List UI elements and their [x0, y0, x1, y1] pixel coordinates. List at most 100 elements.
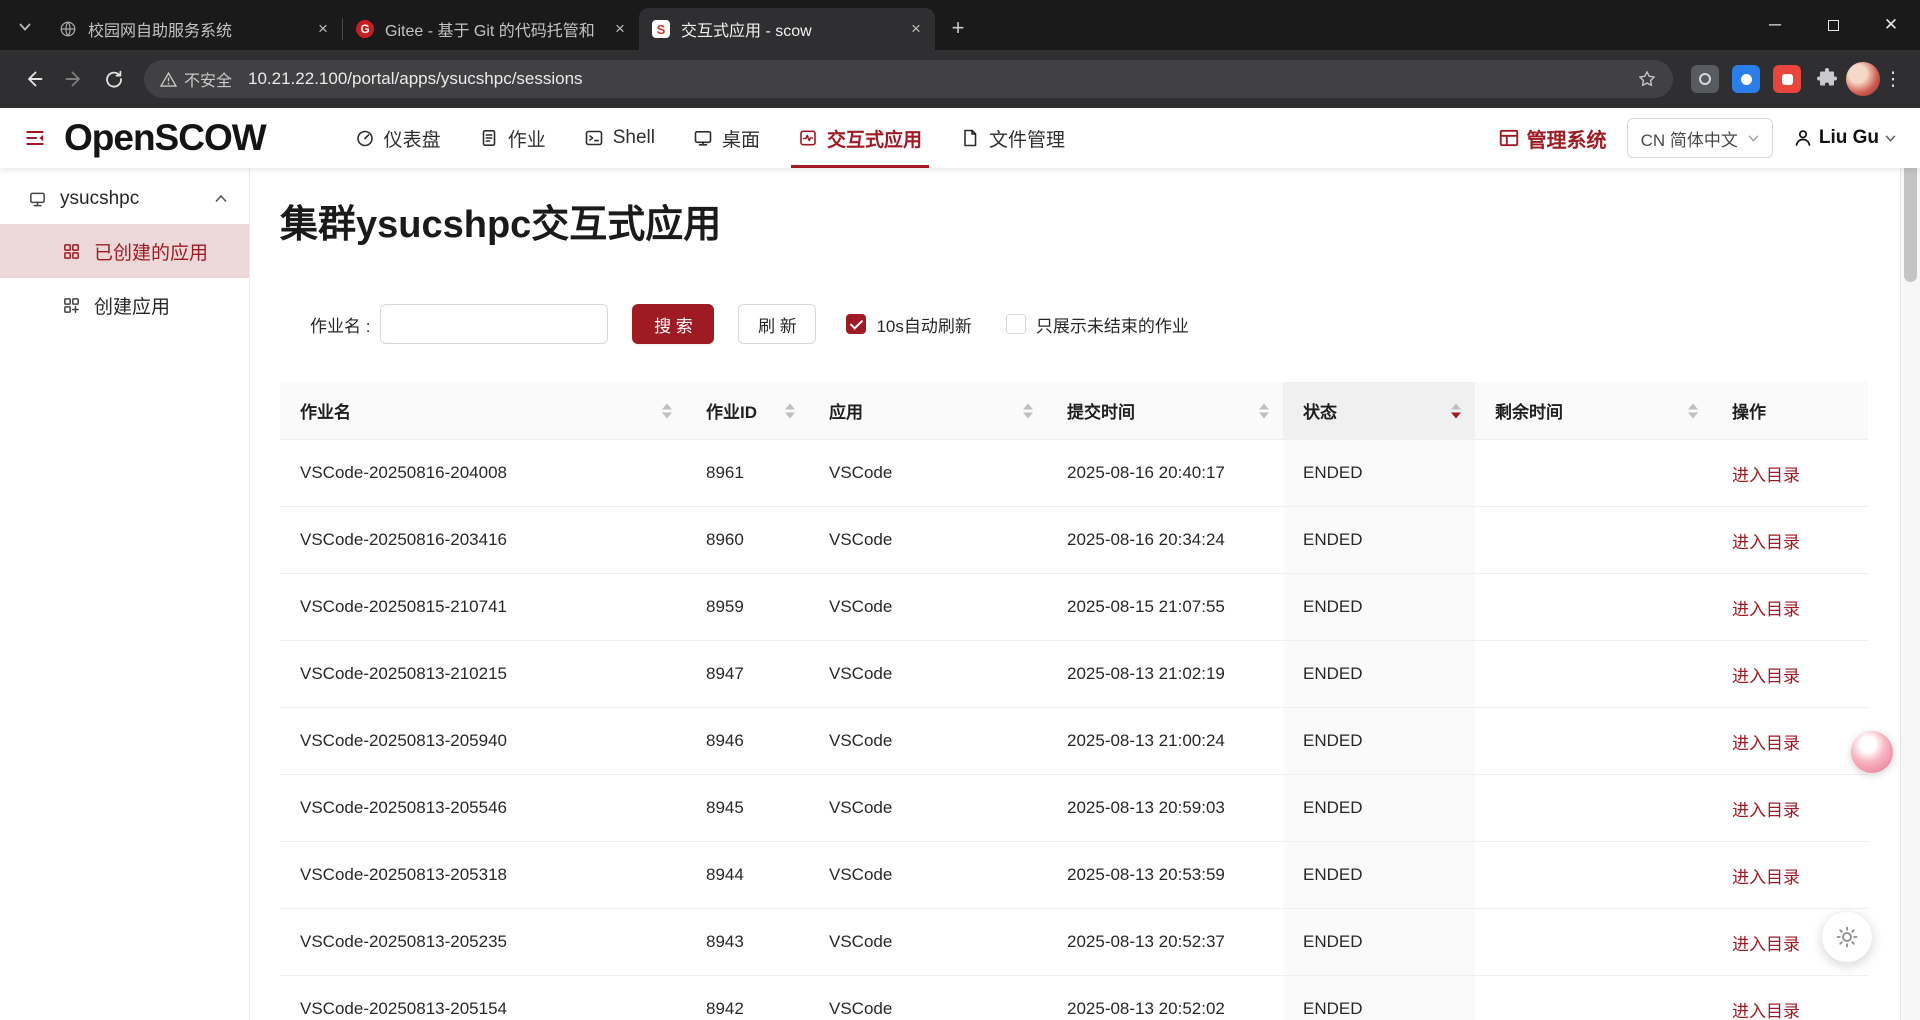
submit-time-cell: 2025-08-16 20:34:24: [1047, 507, 1283, 574]
sort-icons: [662, 403, 672, 418]
site-security-chip[interactable]: 不安全: [160, 67, 232, 91]
remaining-time-cell: [1475, 775, 1712, 842]
theme-toggle-button[interactable]: [1822, 912, 1872, 962]
header-right: 管理系统 CN 简体中文 Liu Gu: [1498, 118, 1896, 158]
only-unfinished-checkbox-group[interactable]: 只展示未结束的作业: [1006, 312, 1189, 337]
bookmark-button[interactable]: [1637, 69, 1657, 89]
actions-cell: 进入目录: [1712, 440, 1868, 507]
chevron-up-icon: [215, 195, 227, 203]
browser-tab-gitee[interactable]: G Gitee - 基于 Git 的代码托管和 ×: [343, 8, 639, 50]
minimize-button[interactable]: ─: [1746, 0, 1804, 50]
globe-icon: [58, 19, 78, 39]
main-content: 集群ysucshpc交互式应用 作业名 : 搜 索 刷 新 10s自动刷新 只展…: [250, 168, 1920, 1020]
tab-close-icon[interactable]: ×: [312, 18, 334, 40]
browser-tab-scow-active[interactable]: S 交互式应用 - scow ×: [639, 8, 935, 50]
enter-directory-link[interactable]: 进入目录: [1732, 600, 1800, 619]
tab-close-icon[interactable]: ×: [609, 18, 631, 40]
shell-icon: [584, 128, 604, 148]
remaining-time-cell: [1475, 507, 1712, 574]
nav-item-shell[interactable]: Shell: [565, 108, 674, 168]
refresh-button[interactable]: 刷 新: [738, 304, 816, 344]
job-name-cell: VSCode-20250813-205235: [280, 909, 686, 976]
job-id-cell: 8960: [686, 507, 809, 574]
job-name-input[interactable]: [380, 304, 608, 344]
status-cell: ENDED: [1283, 842, 1475, 909]
user-menu[interactable]: Liu Gu: [1793, 127, 1896, 149]
enter-directory-link[interactable]: 进入目录: [1732, 533, 1800, 552]
forward-button[interactable]: [54, 59, 94, 99]
table-row: VSCode-20250813-210215 8947 VSCode 2025-…: [280, 641, 1868, 708]
job-name-label: 作业名 :: [310, 312, 370, 337]
nav-item-dashboard[interactable]: 仪表盘: [336, 108, 460, 168]
app-cell: VSCode: [809, 775, 1047, 842]
nav-item-file-manager[interactable]: 文件管理: [941, 108, 1084, 168]
security-label: 不安全: [184, 67, 232, 91]
column-header-remaining-time[interactable]: 剩余时间: [1475, 382, 1712, 440]
close-button[interactable]: ✕: [1862, 0, 1920, 50]
app-header: OpenSCOW 仪表盘 作业 Shell 桌面 交互式应用 文件管理: [0, 108, 1920, 168]
back-icon: [24, 69, 44, 89]
column-header-job-name[interactable]: 作业名: [280, 382, 686, 440]
cluster-icon: [28, 190, 47, 209]
remaining-time-cell: [1475, 708, 1712, 775]
sidebar-item-created-apps[interactable]: 已创建的应用: [0, 224, 249, 278]
extension-icon-3[interactable]: [1773, 65, 1801, 93]
column-header-app[interactable]: 应用: [809, 382, 1047, 440]
job-name-cell: VSCode-20250816-203416: [280, 507, 686, 574]
table-body: VSCode-20250816-204008 8961 VSCode 2025-…: [280, 440, 1868, 1020]
submit-time-cell: 2025-08-13 20:59:03: [1047, 775, 1283, 842]
browser-menu-button[interactable]: ⋮: [1880, 59, 1906, 99]
search-button[interactable]: 搜 索: [632, 304, 714, 344]
new-tab-button[interactable]: +: [943, 13, 973, 43]
enter-directory-link[interactable]: 进入目录: [1732, 935, 1800, 954]
extension-icon-1[interactable]: [1691, 65, 1719, 93]
job-id-cell: 8961: [686, 440, 809, 507]
tab-title: 交互式应用 - scow: [681, 17, 905, 41]
column-header-submit-time[interactable]: 提交时间: [1047, 382, 1283, 440]
reload-button[interactable]: [94, 59, 134, 99]
auto-refresh-checkbox[interactable]: [846, 314, 866, 334]
page-scrollbar[interactable]: [1900, 108, 1920, 1020]
address-bar[interactable]: 不安全 10.21.22.100/portal/apps/ysucshpc/se…: [144, 60, 1673, 98]
enter-directory-link[interactable]: 进入目录: [1732, 1002, 1800, 1020]
actions-cell: 进入目录: [1712, 507, 1868, 574]
floating-widget-button[interactable]: [1851, 731, 1893, 773]
browser-profile-avatar[interactable]: [1846, 62, 1880, 96]
status-cell: ENDED: [1283, 976, 1475, 1020]
admin-grid-icon: [1498, 127, 1520, 149]
sidebar-collapse-button[interactable]: [22, 127, 48, 149]
nav-item-jobs[interactable]: 作业: [460, 108, 565, 168]
chevron-down-icon: [1748, 135, 1759, 142]
openscow-logo[interactable]: OpenSCOW: [64, 117, 266, 159]
actions-cell: 进入目录: [1712, 775, 1868, 842]
only-unfinished-checkbox[interactable]: [1006, 314, 1026, 334]
url-text: 10.21.22.100/portal/apps/ysucshpc/sessio…: [248, 69, 1637, 89]
sort-icons: [785, 403, 795, 418]
enter-directory-link[interactable]: 进入目录: [1732, 466, 1800, 485]
sort-icons-active: [1451, 403, 1461, 418]
extensions-puzzle-icon[interactable]: [1814, 65, 1842, 93]
sidebar-group-cluster[interactable]: ysucshpc: [0, 174, 249, 224]
column-header-status[interactable]: 状态: [1283, 382, 1475, 440]
nav-item-interactive-apps[interactable]: 交互式应用: [779, 108, 941, 168]
warning-icon: [160, 72, 177, 87]
nav-item-desktop[interactable]: 桌面: [674, 108, 779, 168]
auto-refresh-checkbox-group[interactable]: 10s自动刷新: [846, 312, 971, 337]
enter-directory-link[interactable]: 进入目录: [1732, 801, 1800, 820]
chevron-down-icon: [1885, 135, 1896, 142]
enter-directory-link[interactable]: 进入目录: [1732, 868, 1800, 887]
extension-icon-2[interactable]: [1732, 65, 1760, 93]
submit-time-cell: 2025-08-13 21:00:24: [1047, 708, 1283, 775]
admin-system-link[interactable]: 管理系统: [1498, 124, 1607, 153]
sidebar-item-create-app[interactable]: 创建应用: [0, 278, 249, 332]
language-selector[interactable]: CN 简体中文: [1627, 118, 1773, 158]
enter-directory-link[interactable]: 进入目录: [1732, 667, 1800, 686]
column-header-job-id[interactable]: 作业ID: [686, 382, 809, 440]
enter-directory-link[interactable]: 进入目录: [1732, 734, 1800, 753]
status-cell: ENDED: [1283, 574, 1475, 641]
tab-search-button[interactable]: [10, 12, 40, 42]
tab-close-icon[interactable]: ×: [905, 18, 927, 40]
back-button[interactable]: [14, 59, 54, 99]
maximize-button[interactable]: [1804, 0, 1862, 50]
browser-tab-campus[interactable]: 校园网自助服务系统 ×: [46, 8, 342, 50]
